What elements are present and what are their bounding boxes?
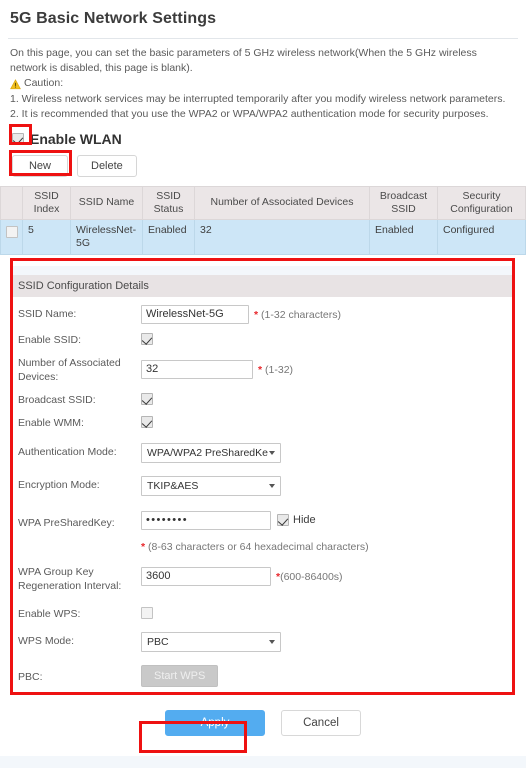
chevron-down-icon bbox=[269, 484, 275, 488]
hide-password-label: Hide bbox=[293, 513, 316, 526]
cancel-button[interactable]: Cancel bbox=[281, 709, 361, 736]
details-section-title: SSID Configuration Details bbox=[10, 274, 515, 297]
row-select-cell[interactable] bbox=[0, 218, 23, 255]
label-wpa-presharedkey: WPA PreSharedKey: bbox=[18, 516, 115, 529]
ssid-configuration-details-panel: SSID Configuration Details SSID Name: * … bbox=[10, 265, 515, 698]
hint-text-associated-devices: (1-32) bbox=[265, 363, 294, 376]
hide-password-checkbox[interactable] bbox=[277, 513, 289, 526]
required-mark-associated-devices: * bbox=[258, 363, 263, 376]
caution-line: Caution: bbox=[10, 76, 514, 91]
table-header-select bbox=[0, 185, 23, 220]
label-wps-mode: WPS Mode: bbox=[18, 634, 75, 647]
enable-wlan-label: Enable WLAN bbox=[30, 130, 122, 147]
label-ssid-name: SSID Name: bbox=[18, 307, 77, 320]
label-enable-wmm: Enable WMM: bbox=[18, 416, 84, 429]
cell-security-configuration: Configured bbox=[437, 218, 526, 255]
table-header-broadcast-ssid: Broadcast SSID bbox=[369, 185, 438, 220]
hint-text-ssid-name: (1-32 characters) bbox=[261, 308, 341, 321]
apply-button[interactable]: Apply bbox=[165, 709, 265, 736]
hint-ssid-name: * (1-32 characters) bbox=[254, 305, 341, 322]
required-mark-ssid-name: * bbox=[254, 308, 259, 321]
table-toolbar: New Delete bbox=[12, 154, 526, 177]
label-pbc: PBC: bbox=[18, 670, 43, 683]
table-header-ssid-status: SSID Status bbox=[142, 185, 195, 220]
associated-devices-input[interactable] bbox=[141, 359, 253, 379]
field-ssid-name: SSID Name: * (1-32 characters) bbox=[10, 301, 515, 327]
label-enable-ssid: Enable SSID: bbox=[18, 333, 82, 346]
label-authentication-mode: Authentication Mode: bbox=[18, 445, 117, 458]
authentication-mode-value: WPA/WPA2 PreSharedKe bbox=[147, 446, 268, 459]
broadcast-ssid-checkbox[interactable] bbox=[141, 392, 153, 405]
table-row[interactable]: 5 WirelessNet-5G Enabled 32 Enabled Conf… bbox=[0, 218, 526, 255]
table-header-security-configuration: Security Configuration bbox=[437, 185, 526, 220]
enable-wmm-checkbox[interactable] bbox=[141, 415, 153, 428]
caution-note-1: 1. Wireless network services may be inte… bbox=[10, 92, 506, 105]
wpa-presharedkey-input[interactable] bbox=[141, 510, 271, 530]
field-pbc: PBC: Start WPS bbox=[10, 661, 515, 690]
cell-ssid-status: Enabled bbox=[142, 218, 195, 255]
row-select-checkbox[interactable] bbox=[6, 225, 18, 238]
field-associated-devices: Number of Associated Devices: * (1-32) bbox=[10, 350, 515, 387]
chevron-down-icon bbox=[269, 640, 275, 644]
field-broadcast-ssid: Broadcast SSID: bbox=[10, 387, 515, 410]
intro-text-block: On this page, you can set the basic para… bbox=[0, 39, 526, 122]
ssid-table: SSID Index SSID Name SSID Status Number … bbox=[0, 185, 526, 255]
wps-mode-select[interactable]: PBC bbox=[141, 631, 281, 652]
enable-ssid-checkbox[interactable] bbox=[141, 332, 153, 345]
authentication-mode-select[interactable]: WPA/WPA2 PreSharedKe bbox=[141, 442, 281, 463]
page-title: 5G Basic Network Settings bbox=[10, 10, 217, 27]
panel-top-strip bbox=[10, 265, 515, 275]
cell-ssid-index: 5 bbox=[22, 218, 71, 255]
required-mark-wpa-presharedkey: * bbox=[141, 540, 146, 553]
field-encryption-mode: Encryption Mode: TKIP&AES bbox=[10, 472, 515, 499]
table-header-ssid-name: SSID Name bbox=[70, 185, 143, 220]
field-enable-ssid: Enable SSID: bbox=[10, 327, 515, 350]
table-header-associated-devices: Number of Associated Devices bbox=[194, 185, 370, 220]
enable-wlan-checkbox[interactable] bbox=[12, 132, 24, 145]
ssid-configuration-form: SSID Name: * (1-32 characters) Enable SS… bbox=[10, 297, 515, 698]
hide-password-control[interactable]: Hide bbox=[277, 511, 316, 526]
hint-associated-devices: * (1-32) bbox=[258, 360, 293, 377]
ssid-name-input[interactable] bbox=[141, 304, 249, 324]
cell-ssid-name: WirelessNet-5G bbox=[70, 218, 143, 255]
hint-wpa-group-key: *(600-86400s) bbox=[276, 567, 343, 584]
form-actions: Apply Cancel bbox=[0, 709, 526, 736]
table-header-ssid-index: SSID Index bbox=[22, 185, 71, 220]
field-wpa-group-key: WPA Group Key Regeneration Interval: *(6… bbox=[10, 557, 515, 596]
hint-text-wpa-group-key: (600-86400s) bbox=[280, 570, 343, 583]
label-associated-devices: Number of Associated Devices: bbox=[18, 356, 121, 383]
label-wpa-group-key: WPA Group Key Regeneration Interval: bbox=[18, 565, 122, 592]
field-enable-wmm: Enable WMM: bbox=[10, 410, 515, 433]
warning-triangle-icon bbox=[10, 78, 21, 90]
bottom-strip bbox=[0, 756, 526, 768]
encryption-mode-value: TKIP&AES bbox=[147, 479, 199, 492]
encryption-mode-select[interactable]: TKIP&AES bbox=[141, 475, 281, 496]
enable-wlan-row: Enable WLAN bbox=[12, 131, 526, 147]
caution-note-2: 2. It is recommended that you use the WP… bbox=[10, 108, 489, 120]
field-wps-mode: WPS Mode: PBC bbox=[10, 628, 515, 655]
field-enable-wps: Enable WPS: bbox=[10, 601, 515, 624]
wpa-group-key-input[interactable] bbox=[141, 566, 271, 586]
field-wpa-presharedkey: WPA PreSharedKey: Hide * (8-63 character… bbox=[10, 506, 515, 557]
chevron-down-icon bbox=[269, 451, 275, 455]
start-wps-button[interactable]: Start WPS bbox=[141, 664, 219, 687]
intro-description: On this page, you can set the basic para… bbox=[10, 47, 477, 74]
field-authentication-mode: Authentication Mode: WPA/WPA2 PreSharedK… bbox=[10, 439, 515, 466]
cell-associated-devices: 32 bbox=[194, 218, 370, 255]
hint-text-wpa-presharedkey: (8-63 characters or 64 hexadecimal chara… bbox=[148, 540, 369, 553]
hint-wpa-presharedkey: * (8-63 characters or 64 hexadecimal cha… bbox=[141, 536, 369, 554]
label-encryption-mode: Encryption Mode: bbox=[18, 478, 100, 491]
delete-button[interactable]: Delete bbox=[77, 154, 137, 177]
wps-mode-value: PBC bbox=[147, 635, 169, 648]
table-header-row: SSID Index SSID Name SSID Status Number … bbox=[0, 185, 526, 220]
new-button[interactable]: New bbox=[12, 154, 68, 177]
enable-wps-checkbox[interactable] bbox=[141, 606, 153, 619]
caution-label: Caution: bbox=[24, 77, 64, 89]
label-enable-wps: Enable WPS: bbox=[18, 607, 81, 620]
label-broadcast-ssid: Broadcast SSID: bbox=[18, 393, 96, 406]
cell-broadcast-ssid: Enabled bbox=[369, 218, 438, 255]
